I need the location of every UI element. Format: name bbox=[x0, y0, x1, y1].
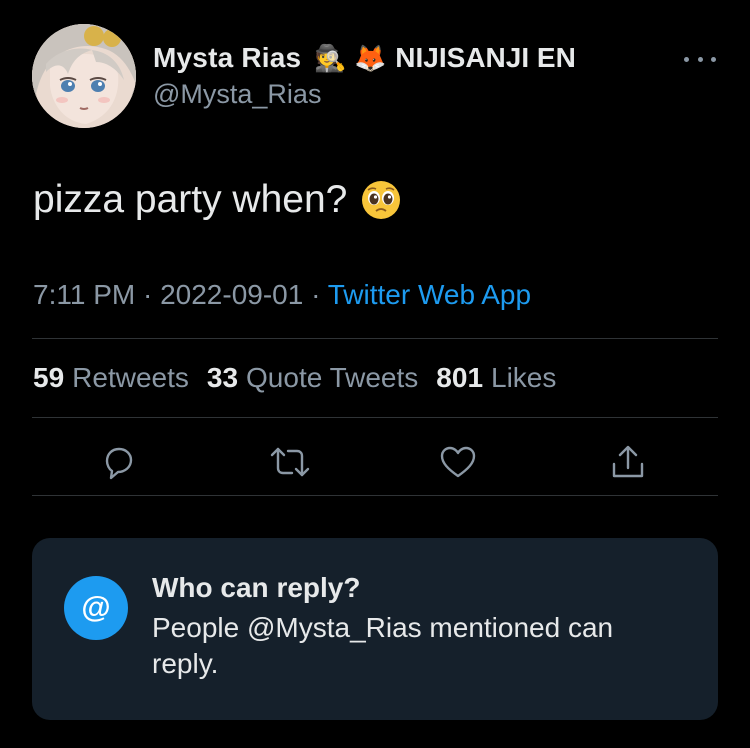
heart-icon[interactable] bbox=[436, 440, 480, 484]
author-info[interactable]: Mysta Rias 🕵️ 🦊 NIJISANJI EN @Mysta_Rias bbox=[153, 40, 576, 110]
likes-stat[interactable]: 801 Likes bbox=[436, 362, 556, 394]
retweets-count: 59 bbox=[33, 362, 65, 393]
tweet-meta: 7:11 PM · 2022-09-01 · Twitter Web App bbox=[33, 279, 531, 311]
tweet-source-link[interactable]: Twitter Web App bbox=[328, 279, 531, 310]
quote-tweets-label: Quote Tweets bbox=[246, 362, 419, 393]
reply-bubble-icon[interactable] bbox=[97, 440, 141, 484]
engagement-stats: 59 Retweets 33 Quote Tweets 801 Likes bbox=[33, 362, 574, 394]
dot bbox=[711, 56, 716, 62]
quote-tweets-count: 33 bbox=[206, 362, 239, 393]
fox-emoji: 🦊 bbox=[354, 42, 387, 73]
retweet-icon[interactable] bbox=[268, 440, 312, 484]
who-can-reply-body: People @Mysta_Rias mentioned can reply. bbox=[152, 612, 614, 679]
tweet-actions bbox=[0, 440, 750, 484]
retweets-stat[interactable]: 59 Retweets bbox=[33, 362, 189, 394]
tweet-time[interactable]: 7:11 PM bbox=[33, 279, 135, 310]
who-can-reply-title: Who can reply? bbox=[152, 572, 361, 603]
divider bbox=[32, 338, 718, 339]
detective-emoji: 🕵️ bbox=[314, 42, 347, 73]
meta-separator: · bbox=[303, 279, 328, 310]
affiliation-label: NIJISANJI EN bbox=[395, 42, 576, 73]
quote-tweets-stat[interactable]: 33 Quote Tweets bbox=[207, 362, 418, 394]
who-can-reply-card: @ Who can reply? People @Mysta_Rias ment… bbox=[32, 538, 718, 720]
display-name[interactable]: Mysta Rias bbox=[153, 42, 301, 74]
divider bbox=[32, 495, 718, 496]
divider bbox=[32, 417, 718, 418]
pleading-face-emoji bbox=[361, 180, 401, 220]
likes-label: Likes bbox=[491, 362, 557, 393]
meta-separator: · bbox=[135, 279, 161, 310]
author-avatar[interactable] bbox=[32, 24, 136, 128]
at-mention-icon: @ bbox=[64, 576, 128, 640]
likes-count: 801 bbox=[436, 362, 484, 393]
retweets-label: Retweets bbox=[72, 362, 189, 393]
share-icon[interactable] bbox=[606, 440, 650, 484]
more-options-icon[interactable] bbox=[684, 54, 716, 64]
dot bbox=[697, 56, 703, 62]
tweet-body: pizza party when? bbox=[33, 178, 348, 221]
dot bbox=[684, 56, 689, 62]
tweet-date[interactable]: 2022-09-01 bbox=[160, 279, 303, 310]
name-row: Mysta Rias 🕵️ 🦊 NIJISANJI EN bbox=[153, 40, 576, 76]
author-handle[interactable]: @Mysta_Rias bbox=[153, 79, 576, 110]
tweet-text: pizza party when? bbox=[33, 178, 401, 222]
